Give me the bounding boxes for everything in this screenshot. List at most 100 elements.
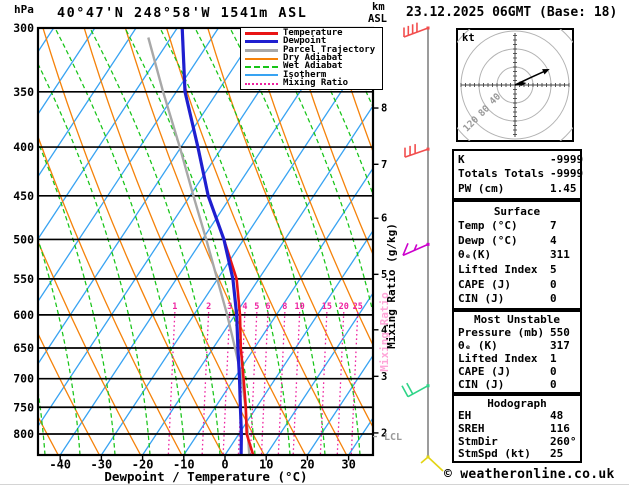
pressure-axis-labels: 300 350 400 450 500 550 600 650 700 750 800 xyxy=(13,21,34,441)
skewt-sounding-app: 1 2 3 4 5 6 8 10 15 20 25 300 350 400 450 500 550 600 650 7… xyxy=(0,0,629,486)
stat-label: CIN (J) xyxy=(458,377,505,391)
window-bottom-edge xyxy=(0,484,629,485)
altitude-axis-unit-asl: ASL xyxy=(368,13,387,25)
svg-text:650: 650 xyxy=(13,341,34,355)
table-row: PW (cm) 1.45 xyxy=(454,183,580,195)
svg-text:8: 8 xyxy=(282,302,287,312)
legend-line-sample xyxy=(245,40,278,44)
svg-text:800: 800 xyxy=(13,427,34,441)
svg-text:4: 4 xyxy=(242,302,247,312)
svg-text:400: 400 xyxy=(13,140,34,154)
stats-table-surface: Surface Temp (°C) 7 Dewp (°C) 4 θₑ(K) 311 Lifte… xyxy=(452,200,582,310)
stat-value: 48 xyxy=(550,409,564,423)
datetime-label: 23.12.2025 06GMT (Base: 18) xyxy=(406,5,618,20)
svg-text:6: 6 xyxy=(381,213,387,225)
table-row: StmSpd (kt) 25 xyxy=(454,448,580,460)
stats-table-title: Surface xyxy=(493,204,541,218)
stat-value: 260° xyxy=(550,434,577,448)
stat-value: 550 xyxy=(550,325,570,339)
svg-text:20: 20 xyxy=(339,302,349,312)
svg-text:700: 700 xyxy=(13,372,34,386)
stat-value: -9999 xyxy=(550,167,584,181)
temp-axis: -40 -30 -20 -10 0 10 20 30Dewpoint / Temperatur… xyxy=(49,455,356,484)
stat-value: 4 xyxy=(550,233,557,247)
altitude-axis-unit-km: km xyxy=(372,1,385,13)
stat-label: StmSpd (kt) xyxy=(458,447,531,461)
svg-text:25: 25 xyxy=(353,302,363,312)
stat-value: 0 xyxy=(550,277,557,291)
svg-text:6: 6 xyxy=(265,302,270,312)
stat-label: SREH xyxy=(458,421,485,435)
stat-label: Totals Totals xyxy=(458,167,545,181)
stat-label: Pressure (mb) xyxy=(458,325,545,339)
stat-value: 5 xyxy=(550,263,557,277)
stats-table-title: Most Unstable xyxy=(473,312,561,326)
table-row: CAPE (J) 0 xyxy=(454,277,580,291)
stat-value: 25 xyxy=(550,447,564,461)
table-row: K -9999 xyxy=(454,152,584,166)
legend-line-sample xyxy=(245,82,278,85)
legend-line-sample xyxy=(245,74,278,77)
stat-label: θₑ(K) xyxy=(458,248,492,262)
stat-label: PW (cm) xyxy=(458,182,505,196)
svg-text:3: 3 xyxy=(227,302,232,312)
stat-value: 1 xyxy=(550,351,557,365)
wind-barb xyxy=(402,242,430,257)
table-row: θₑ (K) 317 xyxy=(454,338,580,352)
svg-text:10: 10 xyxy=(295,302,305,312)
stat-label: Lifted Index xyxy=(458,351,538,365)
stat-value: 317 xyxy=(550,338,570,352)
legend-item-label: Mixing Ratio xyxy=(283,78,349,89)
table-row: CIN (J) 0 xyxy=(454,293,580,305)
svg-text:2: 2 xyxy=(206,302,211,312)
table-row: θₑ(K) 311 xyxy=(454,249,580,261)
table-row: Dewp (°C) 4 xyxy=(454,233,580,247)
legend-line-sample xyxy=(245,65,278,68)
svg-text:500: 500 xyxy=(13,232,34,246)
stat-value: 311 xyxy=(550,248,570,262)
table-row: Lifted Index 1 xyxy=(454,351,580,365)
table-row: SREH 116 xyxy=(454,421,580,435)
table-row: StmDir 260° xyxy=(454,434,580,448)
svg-text:15: 15 xyxy=(322,302,332,312)
stat-label: EH xyxy=(458,409,472,423)
chart-legend: Temperature Dewpoint Parcel Trajectory Dry … xyxy=(240,27,383,90)
wind-barb-column xyxy=(401,22,444,472)
legend-item: Mixing Ratio xyxy=(245,78,382,89)
legend-line-sample xyxy=(245,57,278,60)
stats-table-most-unstable: Most Unstable Pressure (mb) 550 θₑ (K) 317 Li… xyxy=(452,310,582,394)
stat-label: StmDir xyxy=(458,434,498,448)
copyright-credit: © weatheronline.co.uk xyxy=(444,467,615,482)
svg-text:5: 5 xyxy=(254,302,259,312)
wind-barb xyxy=(403,22,430,38)
legend-line-sample xyxy=(245,31,278,35)
table-row: CAPE (J) 0 xyxy=(454,364,580,378)
stats-table-hodograph: Hodograph EH 48 SREH 116 StmDir 260° StmSpd (kt… xyxy=(452,394,582,463)
svg-text:300: 300 xyxy=(13,21,34,35)
hodograph: 4080120kt xyxy=(456,28,574,142)
stat-label: CIN (J) xyxy=(458,292,505,306)
wind-barb xyxy=(401,382,430,398)
svg-text:450: 450 xyxy=(13,189,34,203)
svg-text:7: 7 xyxy=(381,159,387,171)
table-row: Totals Totals -9999 xyxy=(454,167,584,181)
table-row: Lifted Index 5 xyxy=(454,263,580,277)
stat-value: -9999 xyxy=(550,152,584,166)
stat-label: Lifted Index xyxy=(458,263,538,277)
svg-text:-40: -40 xyxy=(49,458,71,472)
stat-label: Dewp (°C) xyxy=(458,233,518,247)
station-title: 40°47'N 248°58'W 1541m ASL xyxy=(57,5,308,21)
wind-barb xyxy=(420,455,444,472)
table-row: CIN (J) 0 xyxy=(454,377,580,391)
svg-text:350: 350 xyxy=(13,85,34,99)
svg-text:550: 550 xyxy=(13,272,34,286)
stat-value: 0 xyxy=(550,377,557,391)
stat-label: θₑ (K) xyxy=(458,338,498,352)
stat-value: 7 xyxy=(550,219,557,233)
wind-barb xyxy=(404,144,430,158)
svg-text:1: 1 xyxy=(172,302,177,312)
mixing-ratio-axis-label: Mixing Ratio (g/kg) xyxy=(385,223,398,349)
svg-text:8: 8 xyxy=(381,103,387,115)
stats-table-indices: K -9999 Totals Totals -9999 PW (cm) 1.45 xyxy=(452,149,584,200)
stat-label: CAPE (J) xyxy=(458,364,511,378)
